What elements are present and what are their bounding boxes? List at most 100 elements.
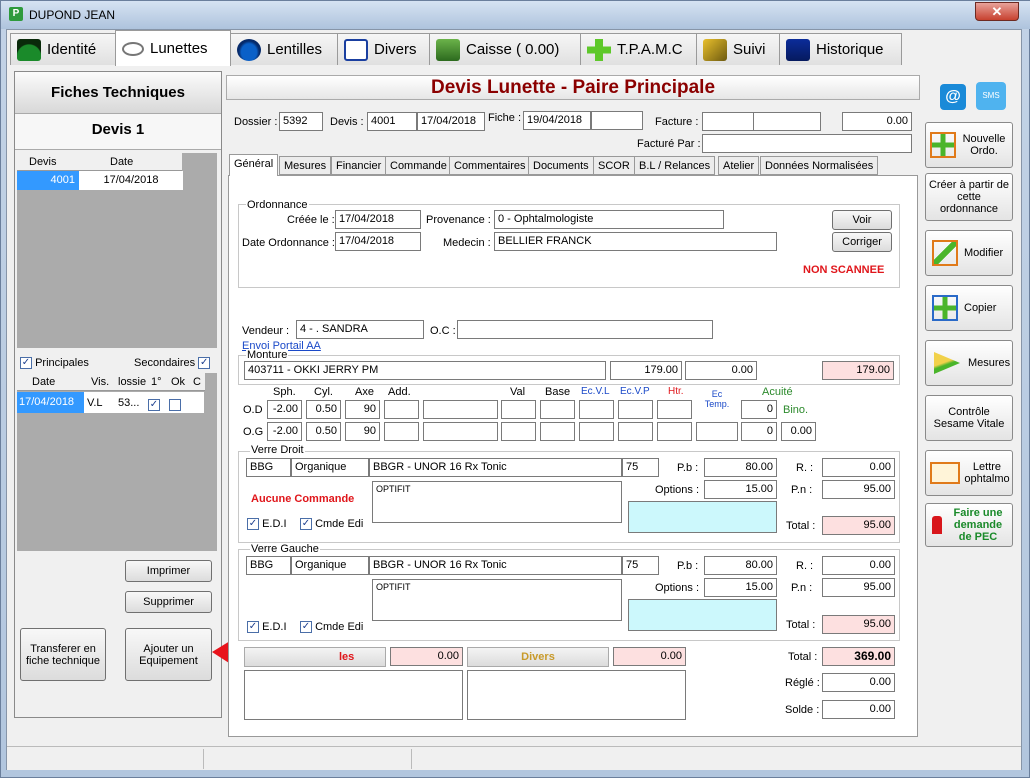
vd-cyan-field[interactable] (628, 501, 777, 533)
fiche-extra-field[interactable] (591, 111, 643, 130)
vd-description-field[interactable]: OPTIFIT (372, 481, 622, 523)
solde-field[interactable]: 0.00 (822, 700, 895, 719)
creee-field[interactable]: 17/04/2018 (335, 210, 421, 229)
date-ordonnance-field[interactable]: 17/04/2018 (335, 232, 421, 251)
vd-cmde-edi-check[interactable]: ✓ Cmde Edi (300, 518, 363, 531)
tab-documents[interactable]: Documents (528, 156, 594, 175)
vg-cmde-edi-check[interactable]: ✓ Cmde Edi (300, 621, 363, 634)
tab-scor[interactable]: SCOR (593, 156, 635, 175)
bino-field[interactable]: 0.00 (781, 422, 816, 441)
tab-lentilles[interactable]: Lentilles (230, 33, 338, 65)
accessoires-list[interactable] (244, 670, 463, 720)
vd-r-field[interactable]: 0.00 (822, 458, 895, 477)
corriger-button[interactable]: Corriger (832, 232, 892, 252)
og-sph-field[interactable]: -2.00 (267, 422, 302, 441)
od-acuite-field[interactable]: 0 (741, 400, 777, 419)
sms-icon[interactable]: SMS (976, 82, 1006, 110)
od-val-field[interactable] (501, 400, 536, 419)
tab-lunettes[interactable]: Lunettes (115, 30, 231, 66)
og-ecvp-field[interactable] (618, 422, 653, 441)
voir-button[interactable]: Voir (832, 210, 892, 230)
vd-pb-field[interactable]: 80.00 (704, 458, 777, 477)
tab-historique[interactable]: Historique (779, 33, 902, 65)
divers-list[interactable] (467, 670, 686, 720)
close-button[interactable]: ✕ (975, 2, 1019, 21)
check-icon[interactable]: ✓ (148, 398, 160, 411)
devis-date-field[interactable]: 17/04/2018 (417, 112, 485, 131)
dossier-field[interactable]: 5392 (279, 112, 323, 131)
tab-commentaires[interactable]: Commentaires (449, 156, 531, 175)
tab-identite[interactable]: Identité (10, 33, 116, 65)
facture-amount-field[interactable]: 0.00 (842, 112, 912, 131)
vg-cyan-field[interactable] (628, 599, 777, 631)
od-base-field[interactable] (540, 400, 575, 419)
supprimer-button[interactable]: Supprimer (125, 591, 212, 613)
tab-atelier[interactable]: Atelier (718, 156, 760, 175)
od-axe-field[interactable]: 90 (345, 400, 380, 419)
devis-field[interactable]: 4001 (367, 112, 417, 131)
vg-matiere-field[interactable]: Organique (291, 556, 369, 575)
monture-field[interactable]: 403711 - OKKI JERRY PM (244, 361, 606, 380)
od-ecvl-field[interactable] (579, 400, 614, 419)
vd-verre-field[interactable]: BBGR - UNOR 16 Rx Tonic (369, 458, 622, 477)
od-add-field[interactable] (384, 400, 419, 419)
og-base-field[interactable] (540, 422, 575, 441)
tab-mesures[interactable]: Mesures (279, 156, 332, 175)
vg-edi-check[interactable]: ✓ E.D.I (247, 621, 287, 634)
og-extra-field[interactable] (423, 422, 498, 441)
transferer-button[interactable]: Transferer en fiche technique (20, 628, 106, 681)
tab-tpamc[interactable]: T.P.A.M.C (580, 33, 697, 65)
controle-sesame-button[interactable]: Contrôle Sesame Vitale (925, 395, 1013, 441)
vd-options-field[interactable]: 15.00 (704, 480, 777, 499)
vd-pn-field[interactable]: 95.00 (822, 480, 895, 499)
og-ecvl-field[interactable] (579, 422, 614, 441)
devis-number-cell[interactable]: 4001 (17, 171, 79, 190)
vd-matiere-field[interactable]: Organique (291, 458, 369, 477)
og-axe-field[interactable]: 90 (345, 422, 380, 441)
nouvelle-ordo-button[interactable]: Nouvelle Ordo. (925, 122, 1013, 168)
demande-pec-button[interactable]: Faire une demande de PEC (925, 503, 1013, 547)
email-icon[interactable]: @ (940, 84, 966, 110)
od-ecvp-field[interactable] (618, 400, 653, 419)
vg-r-field[interactable]: 0.00 (822, 556, 895, 575)
lettre-ophtalmo-button[interactable]: Lettre ophtalmo (925, 450, 1013, 496)
monture-remise-field[interactable]: 0.00 (685, 361, 757, 380)
facture-field-1[interactable] (702, 112, 754, 131)
monture-prix-field[interactable]: 179.00 (610, 361, 682, 380)
vendeur-field[interactable]: 4 - . SANDRA (296, 320, 424, 339)
og-ectemp-field[interactable] (696, 422, 738, 441)
mesures-button[interactable]: Mesures (925, 340, 1013, 386)
creer-button[interactable]: Créer à partir de cette ordonnance (925, 173, 1013, 221)
og-val-field[interactable] (501, 422, 536, 441)
od-extra-field[interactable] (423, 400, 498, 419)
facture-par-field[interactable] (702, 134, 912, 153)
tab-caisse[interactable]: Caisse ( 0.00) (429, 33, 581, 65)
tab-bl-relances[interactable]: B.L / Relances (634, 156, 716, 175)
medecin-field[interactable]: BELLIER FRANCK (494, 232, 777, 251)
od-sph-field[interactable]: -2.00 (267, 400, 302, 419)
modifier-button[interactable]: Modifier (925, 230, 1013, 276)
vg-code-field[interactable]: BBG (246, 556, 291, 575)
vg-pn-field[interactable]: 95.00 (822, 578, 895, 597)
tab-financier[interactable]: Financier (331, 156, 387, 175)
fiche-list[interactable]: Date Vis. lossie 1° Ok C 17/04/2018 V.L … (17, 373, 217, 551)
tab-general[interactable]: Général (229, 154, 279, 176)
vg-verre-field[interactable]: BBGR - UNOR 16 Rx Tonic (369, 556, 622, 575)
copier-button[interactable]: Copier (925, 285, 1013, 331)
vd-edi-check[interactable]: ✓ E.D.I (247, 518, 287, 531)
regle-field[interactable]: 0.00 (822, 673, 895, 692)
og-add-field[interactable] (384, 422, 419, 441)
vg-description-field[interactable]: OPTIFIT (372, 579, 622, 621)
imprimer-button[interactable]: Imprimer (125, 560, 212, 582)
tab-divers[interactable]: Divers (337, 33, 430, 65)
ajouter-equipement-button[interactable]: Ajouter un Equipement (125, 628, 212, 681)
devis-list[interactable]: Devis Date 4001 17/04/2018 (17, 153, 217, 348)
secondaires-check[interactable]: Secondaires ✓ (134, 357, 211, 370)
principales-check[interactable]: ✓ Principales (20, 357, 89, 370)
checkbox-empty[interactable] (169, 398, 181, 411)
vd-code-field[interactable]: BBG (246, 458, 291, 477)
od-htr-field[interactable] (657, 400, 692, 419)
og-cyl-field[interactable]: 0.50 (306, 422, 341, 441)
facture-field-2[interactable] (753, 112, 821, 131)
og-acuite-field[interactable]: 0 (741, 422, 777, 441)
